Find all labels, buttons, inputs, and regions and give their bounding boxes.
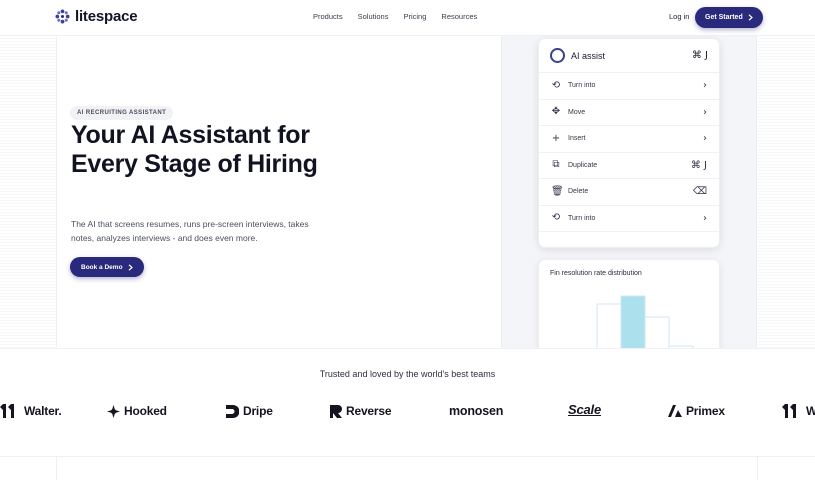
refresh-icon: ⟲ [551, 79, 561, 91]
dripe-logo-icon [226, 404, 239, 418]
menu-item-label: Delete [568, 188, 589, 196]
resolution-chart-card: Fin resolution rate distribution [538, 259, 720, 354]
left-gutter [0, 36, 56, 348]
chevron-right-icon: › [703, 212, 707, 224]
nav-links: Products Solutions Pricing Resources [313, 12, 492, 21]
brand-scale: Scale [568, 402, 601, 417]
brand-label: Walter. [24, 404, 62, 418]
move-icon: ✥ [551, 106, 561, 118]
chevron-right-icon: › [703, 106, 707, 118]
ai-assist-header[interactable]: AI assist ⌘ J [539, 39, 719, 73]
logo-text: litespace [75, 8, 138, 25]
brand-label: Primex [686, 404, 725, 418]
brand-dripe: Dripe [226, 404, 273, 418]
menu-item-insert[interactable]: + Insert › [539, 126, 719, 153]
brand-hooked: Hooked [107, 404, 167, 418]
chevron-right-icon [128, 263, 133, 271]
chevron-right-icon: › [703, 80, 707, 92]
trusted-title: Trusted and loved by the world's best te… [319, 369, 496, 379]
ai-assist-shortcut: ⌘ J [691, 50, 708, 61]
hero-badge: AI RECRUITING ASSISTANT [70, 106, 174, 120]
ai-assist-label: AI assist [571, 50, 606, 61]
brand-walter: Walter. [0, 404, 62, 418]
brand-label: W [806, 404, 815, 418]
menu-item-label: Insert [568, 135, 586, 143]
hooked-logo-icon [107, 404, 120, 418]
duplicate-shortcut: ⌘ J [690, 159, 707, 171]
menu-item-turn-into-2[interactable]: ⟲ Turn into › [539, 206, 719, 232]
copy-icon: ⧉ [552, 159, 560, 171]
menu-item-label: Duplicate [568, 161, 598, 169]
chart-bar-1 [596, 303, 622, 353]
primex-logo-icon [668, 405, 682, 417]
plus-icon: + [551, 132, 561, 144]
chart-bar-2 [620, 295, 646, 353]
brand-label: Reverse [346, 404, 392, 418]
next-section-frame [56, 456, 758, 480]
menu-item-delete[interactable]: 🗑 Delete ⌫ [539, 179, 719, 206]
ai-assist-menu: AI assist ⌘ J ⟲ Turn into › ✥ Move › + I… [538, 38, 720, 248]
walter-logo-icon [0, 404, 14, 418]
top-nav: litespace Products Solutions Pricing Res… [0, 0, 815, 36]
nav-link-pricing[interactable]: Pricing [403, 12, 426, 21]
hero-title: Your AI Assistant for Every Stage of Hir… [71, 121, 318, 178]
brand-label: Dripe [243, 404, 273, 418]
bar-chart [596, 295, 694, 353]
walter-logo-icon [782, 404, 796, 418]
hero-subtitle: The AI that screens resumes, runs pre-sc… [71, 219, 309, 243]
brand-label: Scale [568, 402, 601, 417]
brand-walter-repeat: W [782, 404, 815, 418]
refresh-icon: ⟲ [551, 212, 561, 224]
book-demo-button[interactable]: Book a Demo [70, 257, 144, 277]
chevron-right-icon [748, 14, 753, 21]
nav-link-resources[interactable]: Resources [441, 12, 477, 21]
menu-item-turn-into[interactable]: ⟲ Turn into › [539, 73, 719, 100]
menu-item-label: Move [568, 108, 586, 116]
brand-monosen: monosen [449, 404, 503, 418]
brand-reverse: Reverse [330, 404, 392, 418]
brand-primex: Primex [668, 404, 725, 418]
menu-item-label: Turn into [568, 82, 596, 90]
trash-icon: 🗑 [551, 185, 564, 197]
right-gutter [758, 36, 815, 348]
nav-link-solutions[interactable]: Solutions [358, 12, 389, 21]
hero-section [56, 36, 501, 348]
logo[interactable]: litespace [55, 8, 138, 25]
trusted-section [0, 348, 815, 456]
menu-item-move[interactable]: ✥ Move › [539, 100, 719, 126]
backspace-icon: ⌫ [692, 186, 707, 198]
reverse-logo-icon [330, 404, 342, 418]
logo-icon [55, 9, 70, 24]
menu-item-duplicate[interactable]: ⧉ Duplicate ⌘ J [539, 153, 719, 179]
ai-ring-icon [550, 48, 565, 63]
nav-link-products[interactable]: Products [313, 12, 343, 21]
menu-item-label: Turn into [568, 214, 596, 222]
brand-label: Hooked [124, 404, 167, 418]
book-demo-label: Book a Demo [81, 263, 123, 271]
chevron-right-icon: › [703, 133, 707, 145]
get-started-label: Get Started [705, 14, 743, 21]
get-started-button[interactable]: Get Started [695, 7, 763, 28]
brand-label: monosen [449, 404, 504, 418]
login-link[interactable]: Log in [669, 12, 689, 21]
